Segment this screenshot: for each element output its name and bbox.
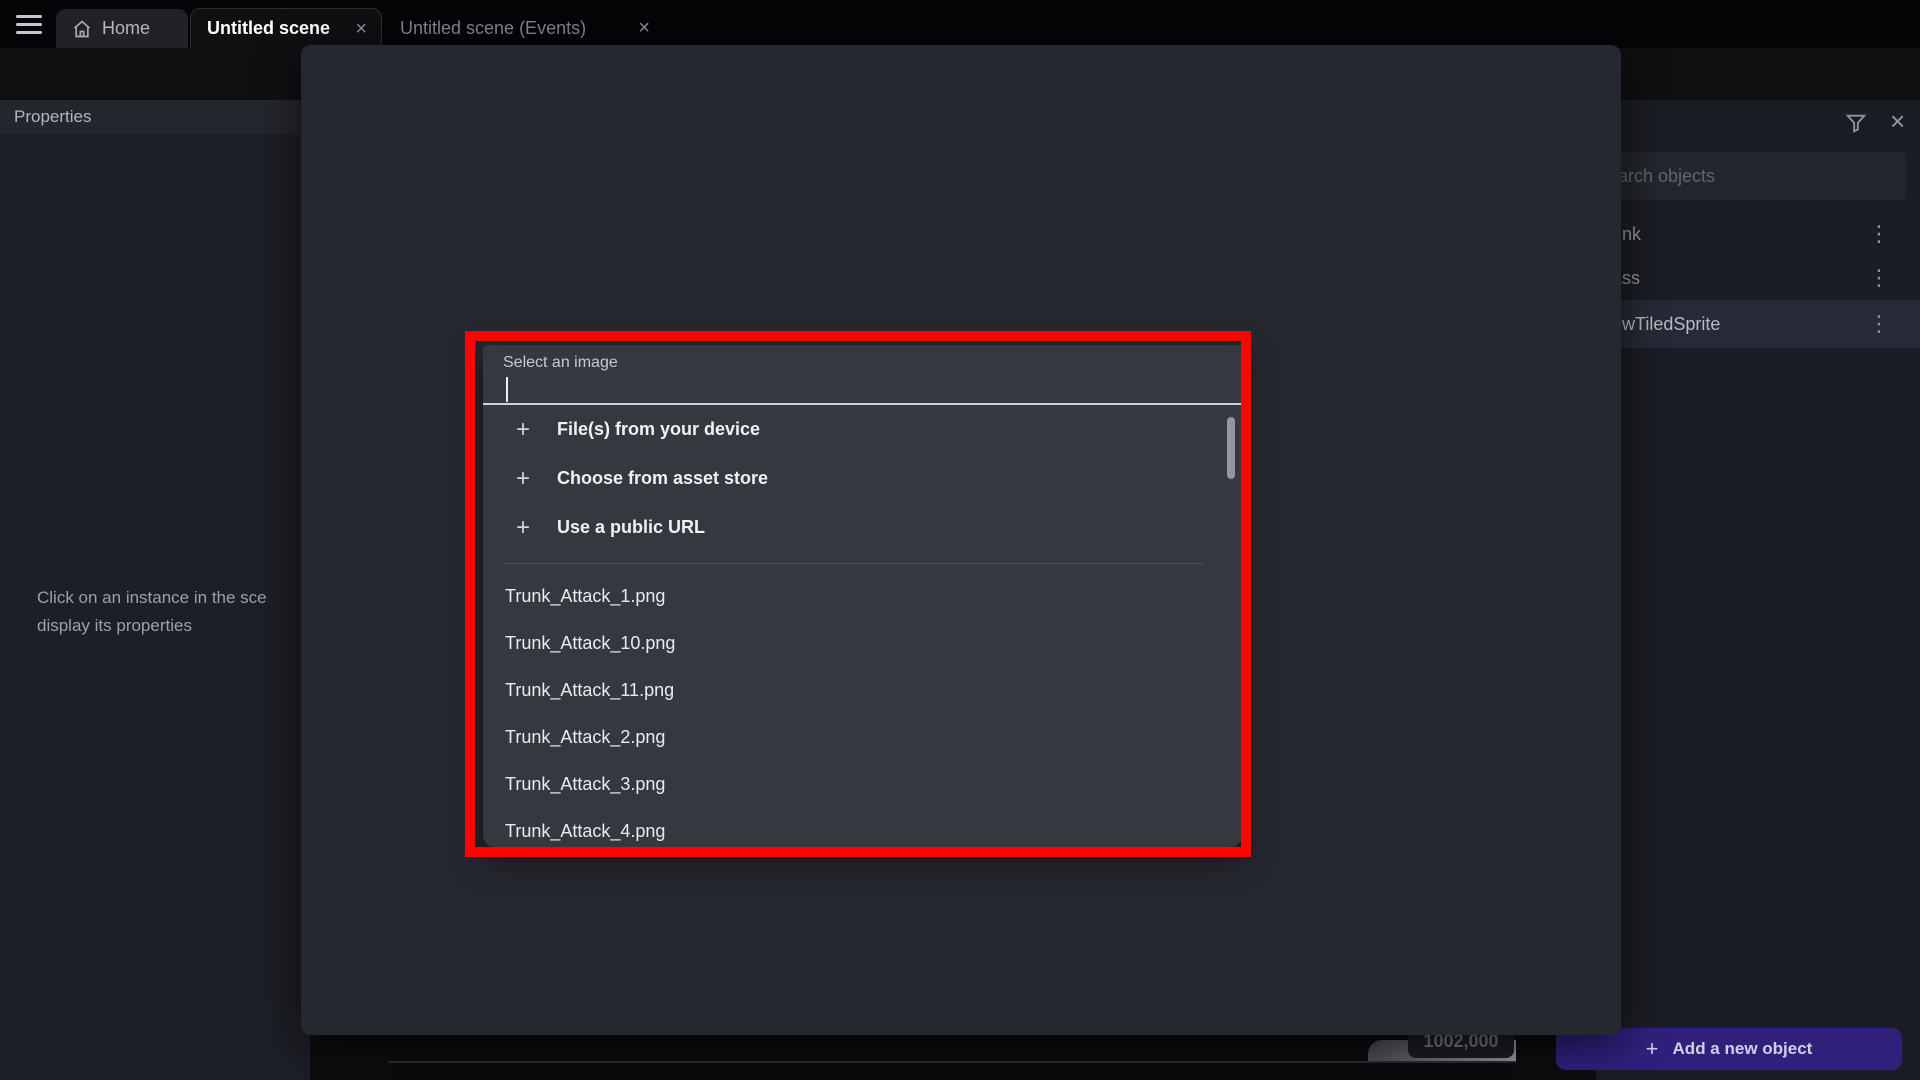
select-image-dropdown: Select an image + File(s) from your devi… — [483, 345, 1242, 847]
properties-panel-header: Properties — [0, 100, 310, 134]
empty-state-text: display its properties — [37, 616, 192, 636]
plus-icon: + — [1646, 1036, 1659, 1062]
properties-panel-title: Properties — [14, 107, 91, 127]
file-option[interactable]: Trunk_Attack_4.png — [483, 808, 1223, 847]
select-image-input[interactable] — [483, 365, 1242, 403]
plus-icon: + — [511, 416, 535, 444]
close-icon[interactable]: × — [355, 19, 367, 39]
home-icon — [72, 19, 92, 39]
dropdown-scrollbar-thumb[interactable] — [1227, 417, 1235, 479]
menu-item-choose-from-asset-store[interactable]: + Choose from asset store — [483, 454, 1242, 503]
kebab-menu-icon[interactable]: ⋮ — [1868, 267, 1890, 289]
scene-canvas-edge — [388, 1061, 1516, 1080]
menu-icon[interactable] — [16, 15, 42, 34]
file-option[interactable]: Trunk_Attack_1.png — [483, 573, 1223, 620]
file-option[interactable]: Trunk_Attack_2.png — [483, 714, 1223, 761]
plus-icon: + — [511, 465, 535, 493]
tab-home-label: Home — [102, 18, 150, 39]
tab-home[interactable]: Home — [56, 9, 188, 48]
menu-divider — [503, 563, 1205, 564]
close-icon[interactable]: × — [1890, 106, 1905, 137]
tab-events-label: Untitled scene (Events) — [400, 18, 586, 39]
tab-scene-label: Untitled scene — [207, 18, 330, 39]
kebab-menu-icon[interactable]: ⋮ — [1868, 313, 1890, 335]
file-option[interactable]: Trunk_Attack_11.png — [483, 667, 1223, 714]
tab-untitled-scene-events[interactable]: Untitled scene (Events) × — [384, 8, 664, 48]
file-option[interactable]: Trunk_Attack_3.png — [483, 761, 1223, 808]
menu-item-files-from-device[interactable]: + File(s) from your device — [483, 405, 1242, 454]
file-option[interactable]: Trunk_Attack_10.png — [483, 620, 1223, 667]
menu-item-use-public-url[interactable]: + Use a public URL — [483, 503, 1242, 552]
empty-state-text: Click on an instance in the sce — [37, 588, 267, 608]
filter-icon[interactable] — [1845, 112, 1867, 134]
close-icon[interactable]: × — [638, 18, 650, 38]
kebab-menu-icon[interactable]: ⋮ — [1868, 223, 1890, 245]
top-tab-bar: Home Untitled scene × Untitled scene (Ev… — [0, 0, 1920, 48]
plus-icon: + — [511, 514, 535, 542]
tab-untitled-scene[interactable]: Untitled scene × — [190, 8, 382, 48]
